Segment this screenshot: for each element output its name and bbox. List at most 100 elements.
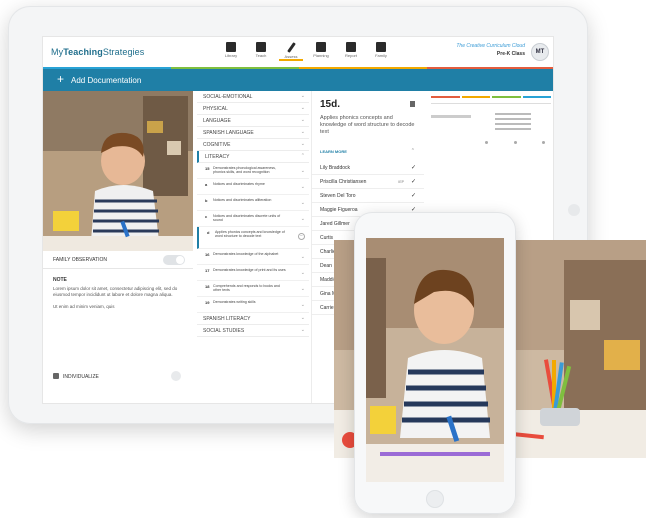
chevron-down-icon: ⌄ [300,141,305,147]
objective-item[interactable]: 18 Comprehends and responds to books and … [197,281,309,297]
objective-text: Applies phonics concepts and knowledge o… [215,230,285,239]
objective-item[interactable]: 17 Demonstrates knowledge of print and it… [197,265,309,281]
domain-social-emotional[interactable]: SOCIAL-EMOTIONAL ⌄ [197,91,309,103]
chevron-down-icon: ⌄ [300,216,305,222]
family-observation-toggle[interactable] [163,255,185,265]
child-name: Steven Del Toro [320,193,356,199]
objective-number: d [207,230,210,235]
domain-list: SOCIAL-EMOTIONAL ⌄ PHYSICAL ⌄ LANGUAGE ⌄ SP… [197,91,309,403]
band-green [492,96,521,98]
edit-check-icon[interactable]: ✓ [411,192,416,199]
chevron-down-icon: ⌄ [300,93,305,99]
objective-item[interactable]: c Notices and discriminates discrete unit… [197,211,309,227]
chevron-down-icon: ⌄ [300,270,305,276]
add-documentation-label: Add Documentation [71,76,142,85]
chevron-down-icon: ⌄ [300,302,305,308]
learn-more-link[interactable]: LEARN MORE [320,149,347,154]
domain-spanish-language[interactable]: SPANISH LANGUAGE ⌄ [197,127,309,139]
nav-family[interactable]: Family [369,39,393,61]
objective-item[interactable]: 15 Demonstrates phonological awareness, p… [197,163,309,179]
child-name: Curtis [320,235,334,241]
info-icon[interactable] [171,371,181,381]
child-name: Priscilla Christiansen [320,179,367,185]
domain-cognitive[interactable]: COGNITIVE ⌄ [197,139,309,151]
domain-social-studies[interactable]: SOCIAL STUDIES ⌄ [197,325,309,337]
teach-icon [256,42,266,52]
objective-item[interactable]: 19 Demonstrates writing skills ⌄ [197,297,309,313]
app-logo[interactable]: MyTeachingStrategies [51,47,144,57]
main-nav: Library Teach Assess Planning Report Fam… [219,39,393,61]
domain-label: SPANISH LITERACY [203,316,251,322]
curriculum-selector[interactable]: The Creative Curriculum Cloud Pre-K Clas… [456,43,525,57]
divider [431,103,551,104]
child-row[interactable]: Lily Braddock ✓ [312,161,424,175]
family-icon [376,42,386,52]
trash-icon[interactable] [410,101,415,107]
logo-prefix: My [51,47,64,57]
iep-badge: IEP [398,180,404,184]
nav-label: Assess [284,54,298,59]
chevron-up-icon[interactable]: ⌃ [411,148,415,154]
add-documentation-bar[interactable]: + Add Documentation [43,69,553,91]
nav-report[interactable]: Report [339,39,363,61]
chevron-down-icon: ⌄ [300,286,305,292]
objective-item[interactable]: b Notices and discriminates alliteration ⌄ [197,195,309,211]
domain-literacy[interactable]: LITERACY ⌃ [197,151,309,163]
phone-home-button[interactable] [426,490,444,508]
objective-item[interactable]: a Notices and discriminates rhyme ⌄ [197,179,309,195]
child-name: Lily Braddock [320,165,351,171]
chevron-down-icon: ⌄ [300,327,305,333]
objective-item[interactable]: 16 Demonstrates knowledge of the alphabet… [197,249,309,265]
chevron-down-icon: ⌄ [300,105,305,111]
plus-icon: + [57,72,65,86]
objective-number: 19 [205,300,210,305]
domain-label: SOCIAL-EMOTIONAL [203,94,253,100]
note-section[interactable]: NOTE Lorem ipsum dolor sit amet, consect… [53,277,185,316]
child-name: Maggie Figueroa [320,207,358,213]
chevron-down-icon: ⌄ [300,254,305,260]
note-text: Lorem ipsum dolor sit amet, consectetur … [53,286,178,297]
top-bar: MyTeachingStrategies Library Teach Asses… [43,37,553,69]
edit-check-icon[interactable]: ✓ [411,178,416,185]
domain-language[interactable]: LANGUAGE ⌄ [197,115,309,127]
objective-text: Notices and discriminates rhyme [213,182,265,186]
nav-label: Planning [313,53,329,58]
objective-text: Notices and discriminates discrete units… [213,214,281,223]
family-observation-label: FAMILY OBSERVATION [53,257,107,263]
nav-label: Report [344,53,357,58]
domain-spanish-literacy[interactable]: SPANISH LITERACY ⌄ [197,313,309,325]
progression-indicator-text [495,113,531,133]
domain-label: SPANISH LANGUAGE [203,130,254,136]
chevron-down-icon: ⌄ [300,129,305,135]
nav-label: Teach [255,53,267,58]
logo-suffix: Strategies [102,47,145,57]
edit-check-icon[interactable]: ✓ [411,164,416,171]
objective-text: Comprehends and responds to books and ot… [213,284,280,293]
band-orange [461,96,490,98]
library-icon [226,42,236,52]
individualize-button[interactable]: INDIVIDUALIZE [53,373,99,380]
chevron-up-icon: ⌃ [300,153,305,159]
nav-library[interactable]: Library [219,39,243,61]
objective-text: Demonstrates knowledge of the alphabet [213,252,279,256]
domain-physical[interactable]: PHYSICAL ⌄ [197,103,309,115]
child-row[interactable]: Priscilla Christiansen IEP ✓ [312,175,424,189]
report-icon [346,42,356,52]
avatar[interactable]: MT [531,43,549,61]
nav-teach[interactable]: Teach [249,39,273,61]
nav-planning[interactable]: Planning [309,39,333,61]
phone-device [354,212,516,514]
chevron-down-icon: ⌄ [300,184,305,190]
chevron-down-icon: ⌄ [300,315,305,321]
objective-number: a [205,182,208,187]
curriculum-name: The Creative Curriculum Cloud [456,43,525,49]
domain-label: LANGUAGE [203,118,231,124]
progression-color-bands [431,93,551,99]
tablet-home-button [568,204,580,216]
documentation-photo[interactable] [43,91,193,251]
objective-item-selected[interactable]: d Applies phonics concepts and knowledge … [197,227,309,249]
progression-dots[interactable] [485,141,545,144]
child-row[interactable]: Steven Del Toro ✓ [312,189,424,203]
nav-assess[interactable]: Assess [279,39,303,61]
child-name: Jared Gillmer [320,221,350,227]
